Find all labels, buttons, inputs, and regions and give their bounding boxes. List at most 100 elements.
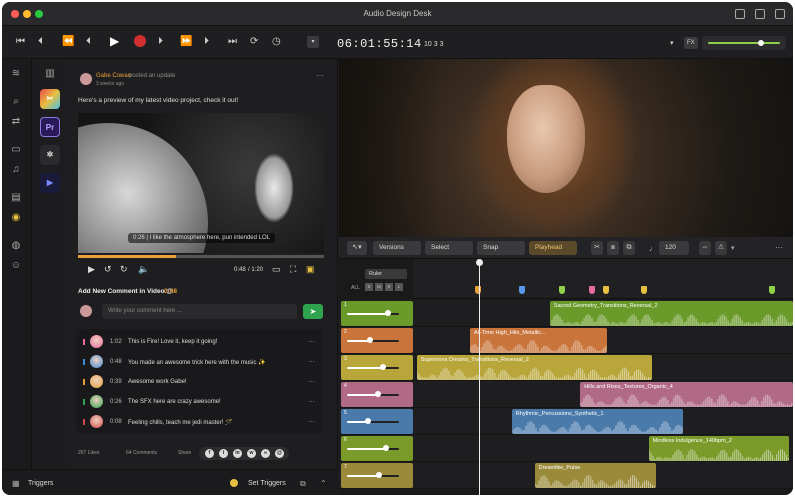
marker-orange[interactable] <box>475 286 481 294</box>
track-volume-slider[interactable] <box>347 394 399 396</box>
fullscreen-icon[interactable]: ⛶ <box>290 265 296 274</box>
master-volume[interactable] <box>702 36 786 50</box>
track-volume-slider[interactable] <box>347 340 399 342</box>
track-header[interactable]: 2 <box>341 328 413 353</box>
playhead-line[interactable] <box>479 261 480 495</box>
audio-clip[interactable]: All-Time High_Hits_Metallic... <box>470 328 607 353</box>
track-header[interactable]: 5 <box>341 409 413 434</box>
merge-icon[interactable]: ⧈ <box>607 241 619 255</box>
post-author[interactable]: Gabe Cowan <box>96 73 131 79</box>
track-volume-slider[interactable] <box>347 475 399 477</box>
audio-clip[interactable]: Rhythmic_Percussions_Synthetic_1 <box>511 409 683 434</box>
rewind-icon[interactable]: ⏪ <box>62 37 74 47</box>
track-header[interactable]: 7 <box>341 463 413 488</box>
track-volume-knob[interactable] <box>375 391 382 397</box>
previous-marker-icon[interactable]: ⏴ <box>38 37 43 47</box>
comment-time[interactable]: 1:02 <box>110 339 122 345</box>
cut-icon[interactable]: ✂ <box>591 241 603 255</box>
marker-pink[interactable] <box>589 286 595 294</box>
comment-time[interactable]: 0:48 <box>110 359 122 365</box>
track-volume-knob[interactable] <box>367 337 374 343</box>
audio-clip[interactable]: Hills and Rises_Textures_Organic_4 <box>580 382 793 407</box>
share-icon[interactable] <box>755 9 765 19</box>
audio-clip[interactable]: Dreamlike_Pulse <box>534 463 657 488</box>
track-header[interactable]: 4 <box>341 382 413 407</box>
pointer-tool-icon[interactable]: ↖▾ <box>347 241 367 255</box>
folder-icon[interactable]: ▭ <box>10 145 22 155</box>
clock-icon[interactable]: ◷ <box>272 37 281 47</box>
track-volume-knob[interactable] <box>364 418 371 424</box>
layers-icon[interactable]: ≋ <box>10 69 22 79</box>
download-icon[interactable] <box>735 9 745 19</box>
grid-icon[interactable]: ▦ <box>12 479 20 488</box>
track-header[interactable]: 1 <box>341 301 413 326</box>
replay-icon[interactable]: ↺ <box>104 265 112 274</box>
track-volume-knob[interactable] <box>384 310 391 316</box>
go-to-start-icon[interactable]: ⏮ <box>16 37 25 47</box>
comment-more-icon[interactable]: ⋯ <box>308 338 315 346</box>
comment-time[interactable]: 0:08 <box>110 419 122 425</box>
cast-icon[interactable]: ▭ <box>272 265 281 274</box>
versions-dropdown[interactable]: Versions <box>373 241 421 255</box>
likes-count[interactable]: 267 Likes <box>78 450 99 456</box>
facebook-icon[interactable]: f <box>205 449 214 458</box>
post-more-icon[interactable]: ⋯ <box>316 71 324 80</box>
author-avatar[interactable] <box>80 73 92 85</box>
set-triggers-button[interactable]: Set Triggers <box>248 480 286 487</box>
audio-clip[interactable]: Supernova Dreams_Transitions_Reversal_2 <box>416 355 653 380</box>
triggers-icon[interactable]: ◉ <box>10 213 22 223</box>
globe-icon[interactable]: ◍ <box>10 241 22 251</box>
comment-row[interactable]: 0:26 The SFX here are crazy awesome! ⋯ <box>76 392 322 412</box>
track-header[interactable]: 6 <box>341 436 413 461</box>
track-volume-knob[interactable] <box>380 364 387 370</box>
snap-dropdown[interactable]: Snap <box>477 241 525 255</box>
duplicate-icon[interactable]: ⧉ <box>623 241 635 255</box>
linkedin-icon[interactable]: in <box>233 449 242 458</box>
community-icon[interactable]: ☺ <box>10 261 22 271</box>
share-link[interactable]: Share <box>178 450 191 456</box>
comment-time[interactable]: 0:26 <box>110 399 122 405</box>
transport-dropdown[interactable]: ▾ <box>307 36 319 48</box>
video-preview[interactable] <box>339 59 793 237</box>
step-back-icon[interactable]: ⏴ <box>86 37 91 47</box>
next-marker-icon[interactable]: ⏵ <box>204 37 209 47</box>
comment-row[interactable]: 0:48 You made an awesome trick here with … <box>76 352 322 372</box>
comments-icon[interactable]: ▣ <box>306 265 315 274</box>
comment-more-icon[interactable]: ⋯ <box>308 398 315 406</box>
track-volume-slider[interactable] <box>347 313 399 315</box>
send-comment-button[interactable]: ➤ <box>303 304 323 319</box>
link-icon[interactable]: ∞ <box>261 449 270 458</box>
comment-more-icon[interactable]: ⋯ <box>308 378 315 386</box>
warning-icon[interactable]: ⚠ <box>715 241 727 255</box>
forward-icon[interactable]: ↻ <box>120 265 128 274</box>
comments-count[interactable]: 64 Comments <box>126 450 157 456</box>
track-header[interactable]: 3 <box>341 355 413 380</box>
go-to-end-icon[interactable]: ⏭ <box>228 37 237 47</box>
marker-green[interactable] <box>769 286 775 294</box>
swap-icon[interactable]: ⇄ <box>10 117 22 127</box>
chevron-down-icon[interactable]: ▾ <box>731 244 735 252</box>
link-tracks-icon[interactable]: ⇔ <box>699 241 711 255</box>
track-volume-slider[interactable] <box>347 448 399 450</box>
track-volume-knob[interactable] <box>376 472 383 478</box>
video-player[interactable]: 0:26 | I like the atmosphere here, pun i… <box>78 113 324 253</box>
whatsapp-icon[interactable]: w <box>247 449 256 458</box>
mute-all-button[interactable]: M <box>375 283 383 291</box>
volume-knob[interactable] <box>758 40 764 46</box>
step-forward-icon[interactable]: ⏵ <box>158 37 163 47</box>
tempo-field[interactable]: 120 <box>659 241 689 255</box>
premiere-app-icon[interactable]: Pr <box>40 117 60 137</box>
select-dropdown[interactable]: Select <box>425 241 473 255</box>
volume-icon[interactable]: 🔈 <box>138 265 149 274</box>
triggers-label[interactable]: Triggers <box>28 480 53 487</box>
window-layout-icon[interactable] <box>775 9 785 19</box>
music-library-icon[interactable]: ♫ <box>10 165 22 175</box>
comment-row[interactable]: 1:02 This is Fire! Love it, keep it going… <box>76 332 322 352</box>
comment-row[interactable]: 0:08 Feeling chills, teach me jedi master… <box>76 412 322 432</box>
motion-app-icon[interactable]: ▶ <box>40 173 60 193</box>
comment-time[interactable]: 0:39 <box>110 379 122 385</box>
track-volume-knob[interactable] <box>383 445 389 451</box>
play-icon[interactable]: ▶ <box>110 35 119 47</box>
chevron-down-icon[interactable]: ▾ <box>670 39 674 49</box>
track-volume-slider[interactable] <box>347 421 399 423</box>
